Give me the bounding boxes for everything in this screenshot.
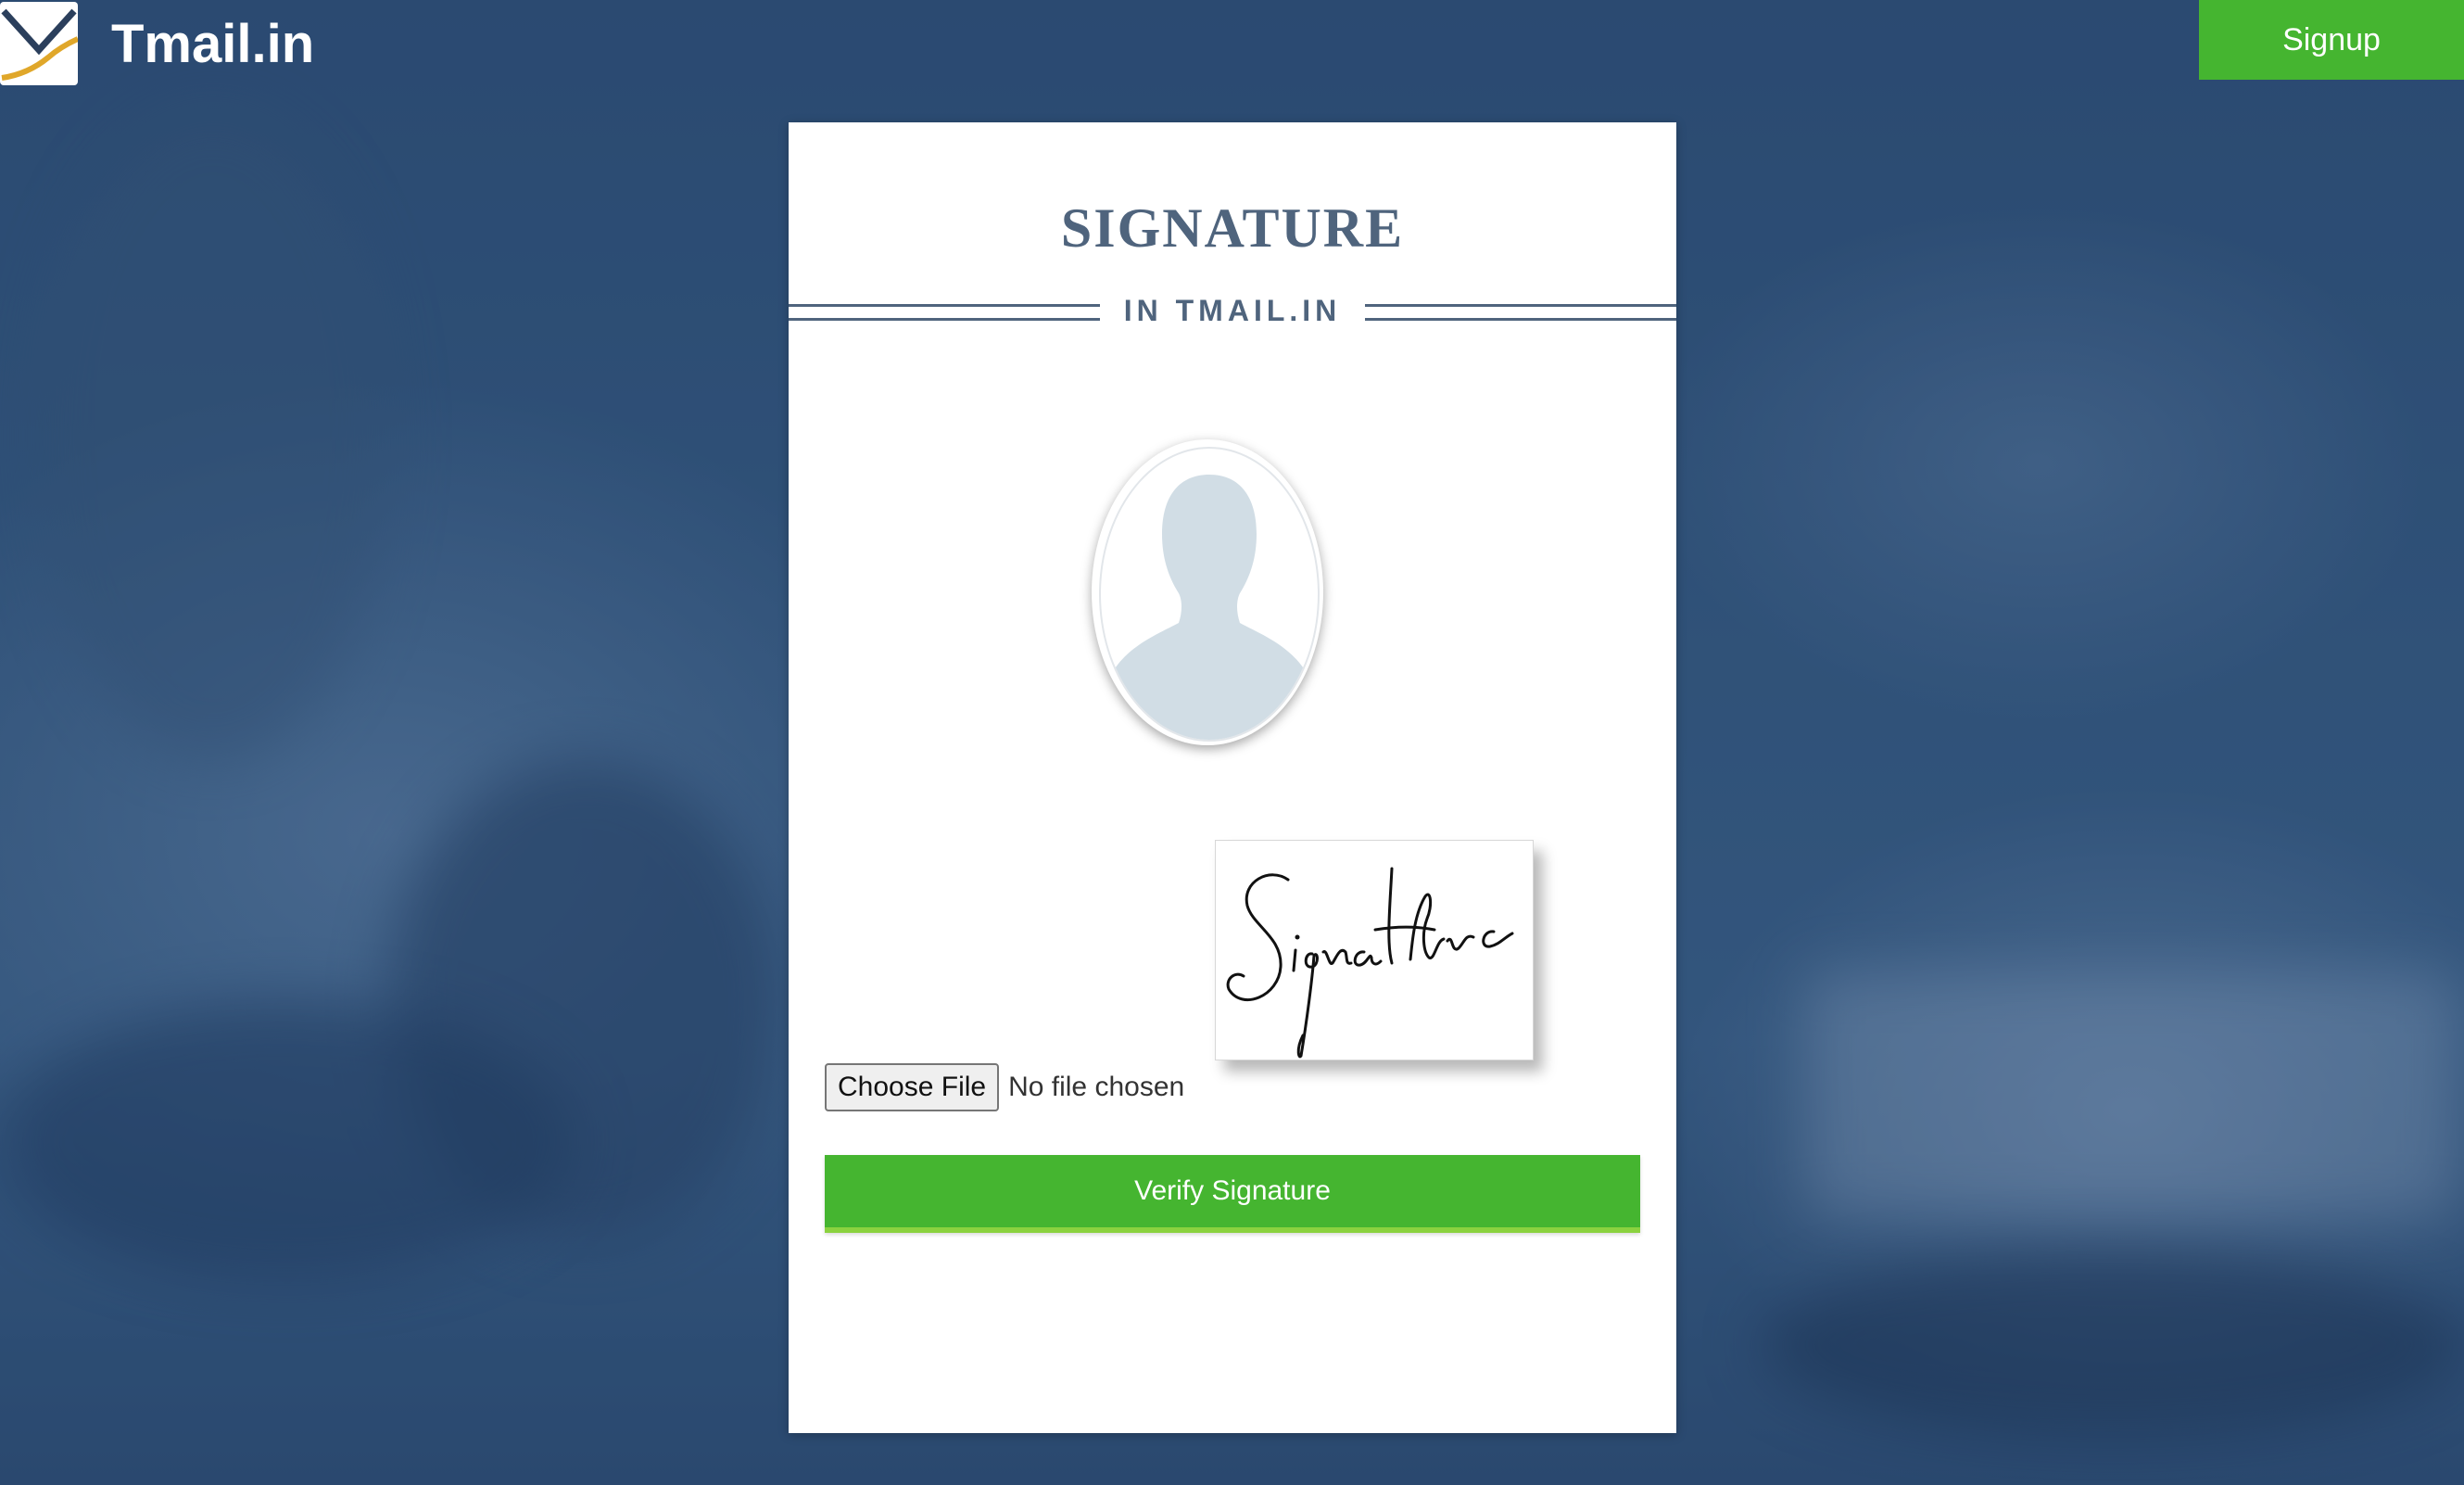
page: Tmail.in Signup SIGNATURE IN TMAIL.IN Ch… [0,0,2464,1485]
brand-name: Tmail.in [111,13,315,74]
brand[interactable]: Tmail.in [0,0,314,87]
file-status-text: No file chosen [1008,1072,1185,1102]
signature-sample-image [1215,840,1534,1060]
divider-right [1365,304,1676,321]
user-silhouette-icon [1099,447,1320,742]
signature-card: SIGNATURE IN TMAIL.IN Choose File No fil… [789,122,1676,1433]
avatar [1092,439,1323,745]
choose-file-button[interactable]: Choose File [825,1063,1000,1111]
signup-button[interactable]: Signup [2199,0,2464,80]
envelope-icon [0,2,78,85]
divider-left [789,304,1100,321]
subtitle-row: IN TMAIL.IN [789,287,1676,334]
card-subtitle: IN TMAIL.IN [1123,294,1342,327]
card-title: SIGNATURE [1060,197,1405,259]
verify-signature-button[interactable]: Verify Signature [825,1155,1640,1233]
file-input[interactable]: Choose File No file chosen [825,1062,1184,1112]
